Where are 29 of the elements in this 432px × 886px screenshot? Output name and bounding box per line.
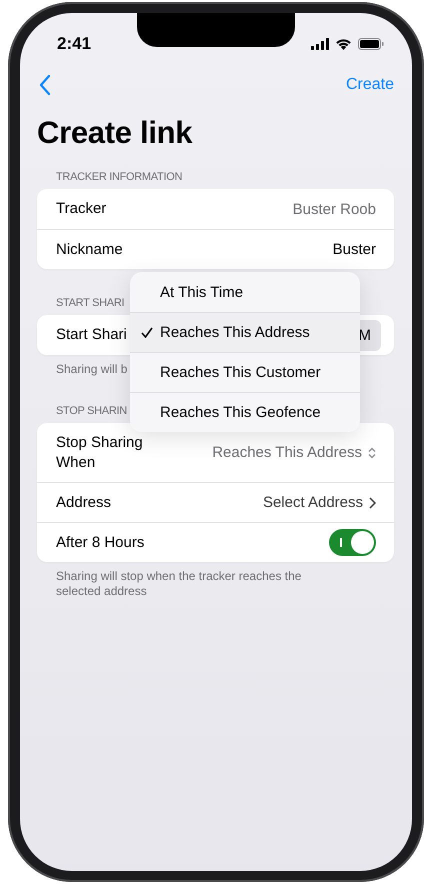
menu-item[interactable]: Reaches This Geofence [130,392,360,432]
menu-item[interactable]: Reaches This Address [130,312,360,352]
up-down-chevron-icon [368,446,376,458]
section-header: TRACKER INFORMATION [56,171,182,183]
row-label: Tracker [56,199,106,219]
row-value: Buster [332,241,376,258]
menu-item[interactable]: Reaches This Customer [130,352,360,392]
battery-icon [358,38,384,50]
row-label: After 8 Hours [56,532,144,552]
row-label: Address [56,492,112,512]
section-header: START SHARI [56,297,124,309]
section-footer: Sharing will stop when the tracker reaches the selected address [56,569,326,599]
back-chevron-icon[interactable] [38,74,52,96]
row-label: Nickname [56,240,123,260]
toggle-switch[interactable] [329,529,376,556]
row-value: Buster Roob [292,200,376,218]
checkmark-icon [141,327,153,338]
menu-item[interactable]: At This Time [130,272,360,312]
page-title: Create link [37,115,194,151]
wifi-icon [335,38,352,50]
status-time: 2:41 [57,34,92,54]
popup-button[interactable]: Reaches This Address [212,444,376,461]
chevron-right-icon [369,496,376,508]
signal-icon [311,38,329,50]
select-address-link[interactable]: Select Address [262,494,376,511]
row-label: Start Shari [56,325,127,345]
row-label: Stop Sharing When [56,432,144,472]
section-footer: Sharing will b [56,362,128,377]
section-header: STOP SHARIN [56,405,127,417]
